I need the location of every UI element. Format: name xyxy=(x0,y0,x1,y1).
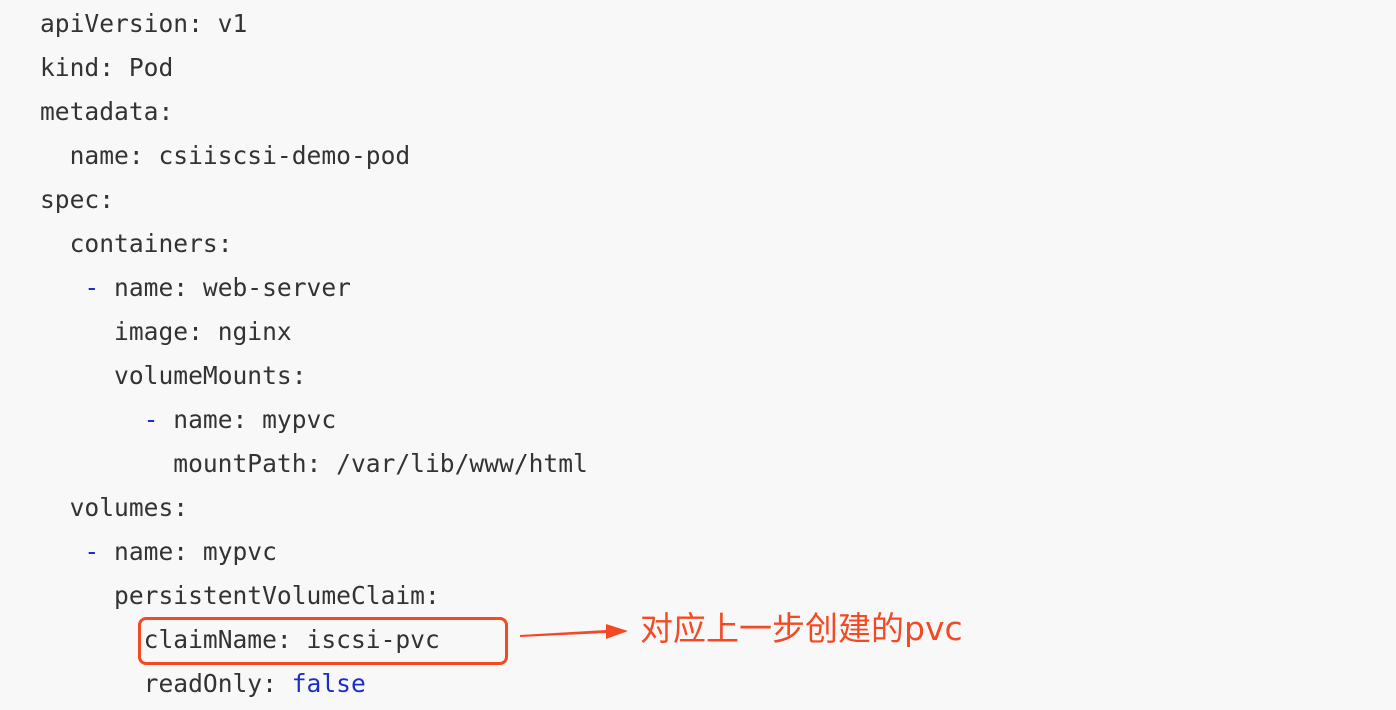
code-text: name: mypvc xyxy=(114,537,277,566)
code-line: readOnly: false xyxy=(40,662,588,706)
code-text: persistentVolumeClaim: xyxy=(114,581,440,610)
yaml-code-block: apiVersion: v1 kind: Pod metadata: name: c… xyxy=(40,2,588,706)
list-dash: - xyxy=(143,405,174,434)
code-text: image: nginx xyxy=(114,317,292,346)
code-text: volumes: xyxy=(69,493,189,522)
code-text: spec: xyxy=(40,185,115,214)
code-line: - name: web-server xyxy=(40,266,588,310)
code-line: volumes: xyxy=(40,486,588,530)
code-line: mountPath: /var/lib/www/html xyxy=(40,442,588,486)
code-text: kind: Pod xyxy=(40,53,174,82)
code-document: apiVersion: v1 kind: Pod metadata: name: c… xyxy=(0,0,1396,710)
code-line: image: nginx xyxy=(40,310,588,354)
claimname-highlight-box xyxy=(138,617,508,665)
code-text: volumeMounts: xyxy=(114,361,307,390)
code-line: kind: Pod xyxy=(40,46,588,90)
code-line: - name: mypvc xyxy=(40,530,588,574)
code-line: apiVersion: v1 xyxy=(40,2,588,46)
code-line: persistentVolumeClaim: xyxy=(40,574,588,618)
code-line: containers: xyxy=(40,222,588,266)
code-text: readOnly: xyxy=(143,669,292,698)
annotation-text: 对应上一步创建的pvc xyxy=(640,609,963,648)
code-text: apiVersion: v1 xyxy=(40,9,248,38)
boolean-value: false xyxy=(291,669,366,698)
code-text: metadata: xyxy=(40,97,174,126)
code-text: containers: xyxy=(69,229,233,258)
code-text: name: mypvc xyxy=(173,405,337,434)
code-line: - name: mypvc xyxy=(40,398,588,442)
list-dash: - xyxy=(84,273,115,302)
list-dash: - xyxy=(84,537,115,566)
code-line: metadata: xyxy=(40,90,588,134)
code-text: mountPath: /var/lib/www/html xyxy=(173,449,588,478)
code-line: spec: xyxy=(40,178,588,222)
code-line: name: csiiscsi-demo-pod xyxy=(40,134,588,178)
arrow-icon xyxy=(520,624,628,639)
code-text: name: web-server xyxy=(114,273,351,302)
code-line: volumeMounts: xyxy=(40,354,588,398)
code-text: name: csiiscsi-demo-pod xyxy=(69,141,411,170)
